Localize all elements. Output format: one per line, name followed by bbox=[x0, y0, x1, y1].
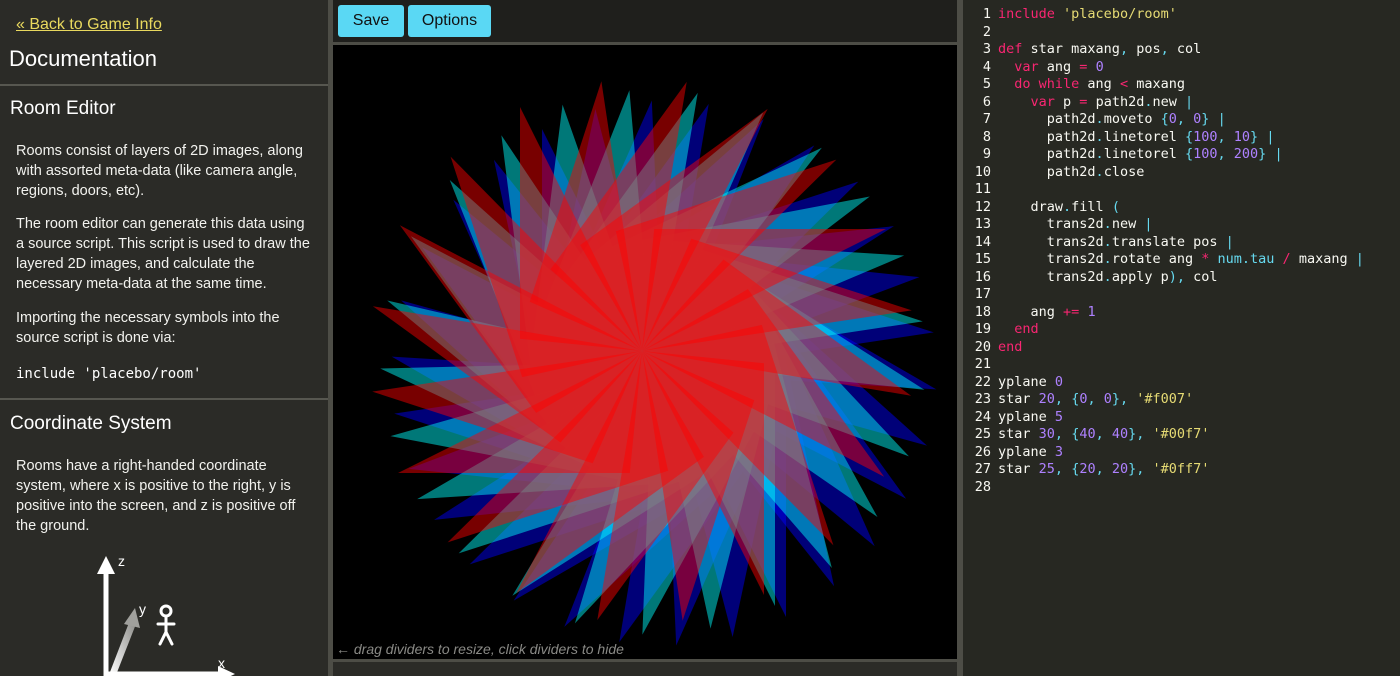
code-line[interactable]: 7 path2d.moveto {0, 0} | bbox=[963, 111, 1364, 129]
preview-toolbar: Save Options bbox=[333, 0, 957, 42]
line-number: 13 bbox=[974, 216, 991, 232]
code-line[interactable]: 12 draw.fill ( bbox=[963, 199, 1364, 217]
section-divider bbox=[0, 398, 328, 400]
line-number: 28 bbox=[974, 478, 991, 495]
line-number: 24 bbox=[974, 408, 991, 425]
code-line[interactable]: 9 path2d.linetorel {100, 200} | bbox=[963, 146, 1364, 164]
code-line[interactable]: 14 trans2d.translate pos | bbox=[963, 234, 1364, 252]
y-axis-label: y bbox=[139, 601, 146, 617]
stick-figure-icon bbox=[156, 604, 176, 646]
line-number: 8 bbox=[982, 128, 991, 145]
line-number: 11 bbox=[974, 181, 991, 197]
line-number: 18 bbox=[974, 303, 991, 320]
code-line[interactable]: 24 yplane 5 bbox=[963, 409, 1364, 427]
z-axis-label: z bbox=[118, 553, 125, 569]
code-line[interactable]: 3 def star maxang, pos, col bbox=[963, 41, 1364, 59]
line-number: 10 bbox=[974, 163, 991, 180]
code-line[interactable]: 5 do while ang < maxang bbox=[963, 76, 1364, 94]
star-drawing bbox=[372, 81, 937, 646]
code-line[interactable]: 18 ang += 1 bbox=[963, 304, 1364, 322]
z-axis-arrowhead bbox=[97, 556, 115, 574]
line-number: 12 bbox=[974, 198, 991, 215]
room-editor-heading: Room Editor bbox=[10, 98, 116, 119]
save-button[interactable]: Save bbox=[338, 5, 404, 37]
code-line[interactable]: 4 var ang = 0 bbox=[963, 59, 1364, 77]
line-number: 17 bbox=[974, 286, 991, 302]
room-editor-paragraph-2: The room editor can generate this data u… bbox=[16, 216, 310, 292]
code-line[interactable]: 27 star 25, {20, 20}, '#0ff7' bbox=[963, 461, 1364, 479]
code-line[interactable]: 1 include 'placebo/room' bbox=[963, 6, 1364, 24]
line-number: 26 bbox=[974, 443, 991, 460]
room-preview-canvas: ← drag dividers to resize, click divider… bbox=[333, 45, 957, 659]
line-number: 19 bbox=[974, 321, 991, 337]
code-editor[interactable]: 1 include 'placebo/room' 2 3 def star maxan… bbox=[963, 0, 1400, 676]
line-number: 5 bbox=[982, 76, 991, 92]
section-divider bbox=[0, 84, 328, 86]
code-line[interactable]: 20 end bbox=[963, 339, 1364, 357]
code-line[interactable]: 28 bbox=[963, 479, 1364, 497]
line-number: 9 bbox=[982, 146, 991, 162]
code-line[interactable]: 17 bbox=[963, 286, 1364, 304]
code-line[interactable]: 13 trans2d.new | bbox=[963, 216, 1364, 234]
line-number: 21 bbox=[974, 356, 991, 372]
coordinate-system-paragraph: Rooms have a right-handed coordinate sys… bbox=[16, 458, 296, 534]
line-number: 7 bbox=[982, 111, 991, 127]
code-line[interactable]: 26 yplane 3 bbox=[963, 444, 1364, 462]
code-line[interactable]: 8 path2d.linetorel {100, 10} | bbox=[963, 129, 1364, 147]
line-number: 4 bbox=[982, 58, 991, 75]
line-number: 15 bbox=[974, 251, 991, 267]
y-axis bbox=[110, 620, 136, 675]
code-content[interactable]: 1 include 'placebo/room' 2 3 def star maxan… bbox=[963, 6, 1364, 496]
code-line[interactable]: 15 trans2d.rotate ang * num.tau / maxang… bbox=[963, 251, 1364, 269]
documentation-title: Documentation bbox=[9, 46, 157, 71]
line-number: 27 bbox=[974, 461, 991, 477]
code-line[interactable]: 21 bbox=[963, 356, 1364, 374]
code-line[interactable]: 10 path2d.close bbox=[963, 164, 1364, 182]
code-line[interactable]: 23 star 20, {0, 0}, '#f007' bbox=[963, 391, 1364, 409]
options-button[interactable]: Options bbox=[408, 5, 491, 37]
include-code-snippet: include 'placebo/room' bbox=[16, 366, 202, 382]
documentation-panel: « Back to Game Info Documentation Room E… bbox=[0, 0, 328, 676]
star-layer bbox=[372, 81, 912, 621]
line-number: 6 bbox=[982, 93, 991, 110]
line-number: 25 bbox=[974, 426, 991, 442]
preview-bottom-divider[interactable] bbox=[333, 659, 957, 662]
resize-hint: ← drag dividers to resize, click divider… bbox=[336, 641, 624, 657]
coordinate-axes-diagram: z y x bbox=[97, 553, 235, 676]
line-number: 2 bbox=[982, 23, 991, 40]
back-to-game-info-link[interactable]: « Back to Game Info bbox=[16, 16, 162, 34]
code-line[interactable]: 6 var p = path2d.new | bbox=[963, 94, 1364, 112]
code-line[interactable]: 16 trans2d.apply p), col bbox=[963, 269, 1364, 287]
room-editor-paragraph-3: Importing the necessary symbols into the… bbox=[16, 310, 280, 346]
room-editor-paragraph-1: Rooms consist of layers of 2D images, al… bbox=[16, 143, 303, 199]
line-number: 20 bbox=[974, 338, 991, 355]
code-line[interactable]: 25 star 30, {40, 40}, '#00f7' bbox=[963, 426, 1364, 444]
code-line[interactable]: 11 bbox=[963, 181, 1364, 199]
coordinate-system-heading: Coordinate System bbox=[10, 413, 172, 434]
code-line[interactable]: 2 bbox=[963, 24, 1364, 42]
x-axis-label: x bbox=[218, 655, 225, 671]
line-number: 14 bbox=[974, 233, 991, 250]
line-number: 23 bbox=[974, 391, 991, 407]
line-number: 16 bbox=[974, 268, 991, 285]
line-number: 1 bbox=[982, 6, 991, 22]
code-line[interactable]: 22 yplane 0 bbox=[963, 374, 1364, 392]
y-axis-arrowhead bbox=[124, 608, 140, 628]
code-line[interactable]: 19 end bbox=[963, 321, 1364, 339]
line-number: 3 bbox=[982, 41, 991, 57]
line-number: 22 bbox=[974, 373, 991, 390]
